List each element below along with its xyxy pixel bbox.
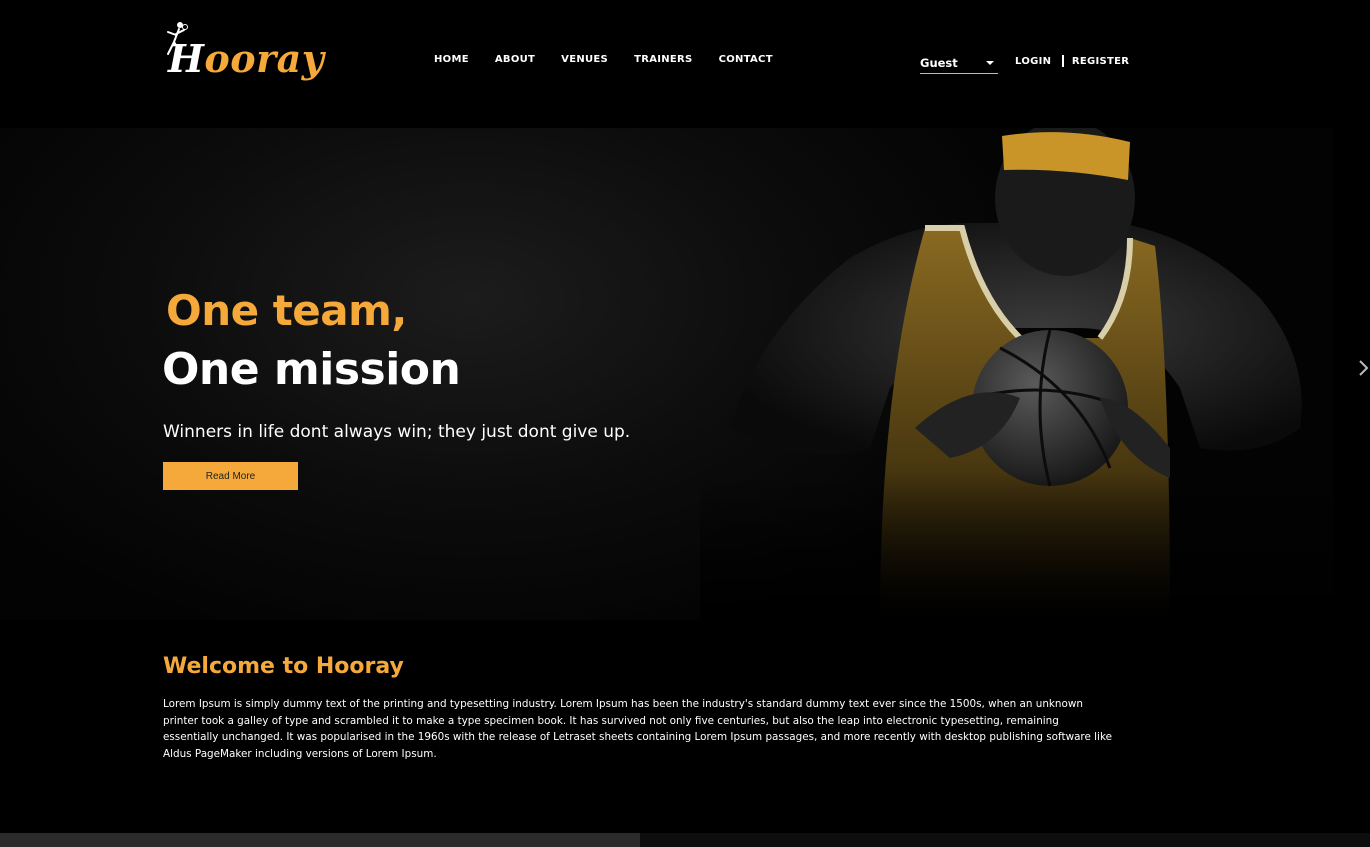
user-role-select[interactable]: Guest [920,52,998,74]
read-more-button[interactable]: Read More [163,462,298,490]
hero-subtitle: Winners in life dont always win; they ju… [163,422,631,442]
register-link[interactable]: REGISTER [1072,56,1129,67]
main-nav: HOME ABOUT VENUES TRAINERS CONTACT [434,54,799,65]
hero-title-line1: One team, [166,286,407,335]
chevron-right-icon[interactable] [1357,358,1369,378]
nav-home[interactable]: HOME [434,54,469,65]
auth-links: LOGIN REGISTER [1015,55,1129,67]
hero-banner: One team, One mission Winners in life do… [0,128,1334,620]
horizontal-scrollbar-thumb[interactable] [0,833,640,847]
hero-title-line2: One mission [162,344,461,395]
welcome-title: Welcome to Hooray [163,654,404,679]
brand-name: Hooray [168,36,325,81]
nav-contact[interactable]: CONTACT [719,54,773,65]
nav-venues[interactable]: VENUES [561,54,608,65]
basketball-player-image [700,128,1334,620]
login-link[interactable]: LOGIN [1015,56,1051,67]
welcome-text: Lorem Ipsum is simply dummy text of the … [163,698,1112,760]
site-header: Hooray HOME ABOUT VENUES TRAINERS CONTAC… [0,0,1370,128]
auth-divider [1062,55,1064,67]
nav-about[interactable]: ABOUT [495,54,535,65]
user-role-value: Guest [920,55,958,70]
caret-down-icon [986,60,994,65]
brand-logo[interactable]: Hooray [160,18,340,88]
nav-trainers[interactable]: TRAINERS [634,54,692,65]
